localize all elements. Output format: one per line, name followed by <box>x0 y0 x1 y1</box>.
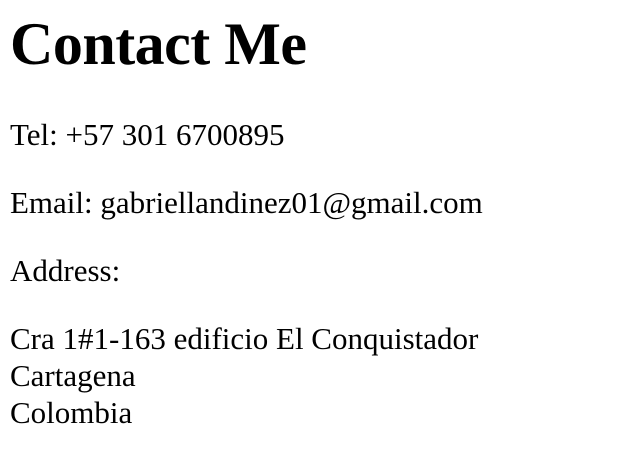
page-title: Contact Me <box>10 11 307 77</box>
contact-page: Contact Me Tel: +57 301 6700895 Email: g… <box>10 0 624 431</box>
email-text: Email: gabriellandinez01@gmail.com <box>10 185 483 220</box>
telephone-text: Tel: +57 301 6700895 <box>10 117 285 152</box>
address-block: Cra 1#1-163 edificio El Conquistador Car… <box>10 320 624 431</box>
address-label: Address: <box>10 253 121 288</box>
address-street: Cra 1#1-163 edificio El Conquistador <box>10 321 479 356</box>
address-country: Colombia <box>10 395 133 430</box>
address-city: Cartagena <box>10 358 136 393</box>
